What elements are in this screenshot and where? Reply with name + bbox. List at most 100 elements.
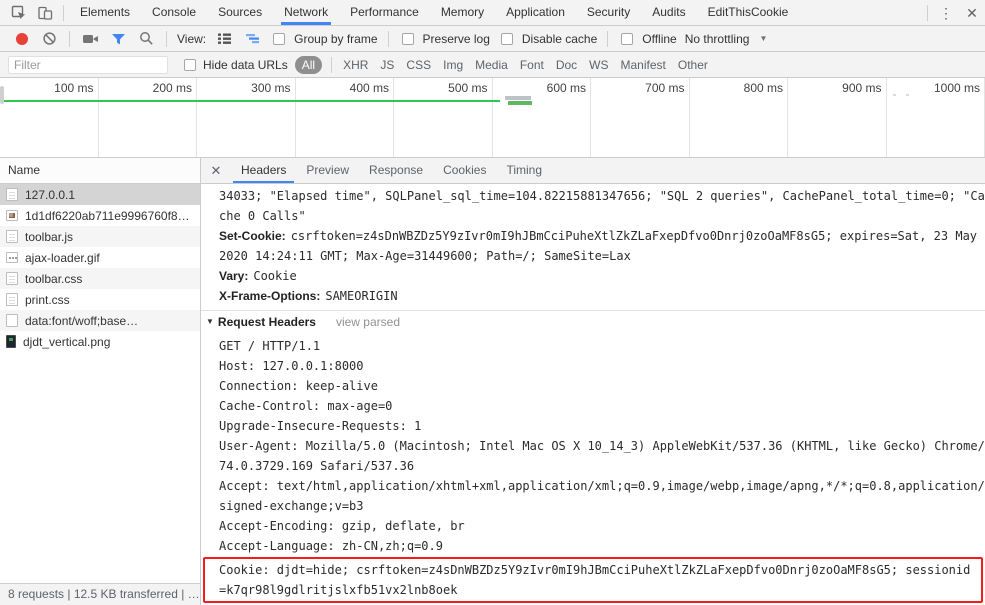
request-name: ajax-loader.gif	[25, 250, 100, 265]
filter-input[interactable]	[8, 55, 168, 74]
divider	[166, 30, 167, 47]
filter-icon[interactable]	[105, 27, 131, 51]
tab-audits[interactable]: Audits	[644, 0, 693, 25]
tab-sources[interactable]: Sources	[210, 0, 270, 25]
more-options-icon[interactable]: ⋮	[933, 1, 959, 25]
hide-data-urls-label[interactable]: Hide data URLs	[200, 58, 291, 72]
disable-cache-checkbox[interactable]	[500, 32, 513, 45]
timeline-tick: 200 ms	[99, 78, 197, 157]
network-toolbar: View: Group by frame Preserve log Disabl…	[0, 26, 985, 52]
tab-timing[interactable]: Timing	[496, 158, 552, 183]
image-icon	[6, 335, 16, 348]
throttling-dropdown[interactable]: No throttling ▼	[682, 32, 768, 46]
group-by-frame-label[interactable]: Group by frame	[291, 32, 380, 46]
filter-type-doc[interactable]: Doc	[550, 58, 583, 72]
waterfall-view-icon[interactable]	[239, 27, 265, 51]
document-icon	[6, 293, 18, 306]
view-label: View:	[177, 31, 207, 46]
request-name: djdt_vertical.png	[23, 334, 111, 349]
preserve-log-label[interactable]: Preserve log	[420, 32, 493, 46]
filter-type-xhr[interactable]: XHR	[337, 58, 374, 72]
filter-type-img[interactable]: Img	[437, 58, 469, 72]
tab-preview[interactable]: Preview	[296, 158, 359, 183]
offline-checkbox[interactable]	[621, 32, 634, 45]
request-header-line: Connection: keep-alive	[219, 379, 378, 393]
headers-panel[interactable]: 34033; "Elapsed time", SQLPanel_sql_time…	[201, 184, 985, 605]
list-view-icon[interactable]	[211, 27, 237, 51]
request-header-line: Accept-Encoding: gzip, deflate, br	[219, 519, 465, 533]
image-icon	[6, 210, 18, 221]
request-header-line: GET / HTTP/1.1	[219, 339, 321, 353]
throttling-value: No throttling	[684, 31, 750, 46]
divider	[69, 30, 70, 47]
chevron-down-icon: ▼	[759, 34, 768, 43]
request-name: 127.0.0.1	[25, 187, 76, 202]
divider	[607, 30, 609, 47]
table-row-127001[interactable]: 127.0.0.1	[0, 184, 200, 205]
tab-cookies[interactable]: Cookies	[433, 158, 496, 183]
request-name: toolbar.css	[25, 271, 83, 286]
tab-security[interactable]: Security	[579, 0, 638, 25]
name-column-header[interactable]: Name	[0, 158, 200, 184]
hide-data-urls-checkbox[interactable]	[184, 58, 196, 71]
close-devtools-icon[interactable]: ✕	[959, 1, 985, 25]
capture-screenshots-icon[interactable]	[77, 27, 103, 51]
device-toolbar-icon[interactable]	[32, 1, 58, 25]
inspect-element-icon[interactable]	[6, 1, 32, 25]
tab-memory[interactable]: Memory	[433, 0, 492, 25]
search-icon[interactable]	[133, 27, 159, 51]
request-header-line: Accept-Language: zh-CN,zh;q=0.9	[219, 539, 443, 553]
filter-type-ws[interactable]: WS	[583, 58, 614, 72]
filter-type-js[interactable]: JS	[374, 58, 400, 72]
disclosure-triangle-icon[interactable]: ▼	[206, 312, 214, 332]
group-by-frame-checkbox[interactable]	[273, 32, 286, 45]
filter-type-other[interactable]: Other	[672, 58, 714, 72]
devtools-tabbar: Elements Console Sources Network Perform…	[0, 0, 985, 26]
request-header-line: Host: 127.0.0.1:8000	[219, 359, 364, 373]
document-icon	[6, 188, 18, 201]
record-button[interactable]	[16, 32, 28, 45]
cookie-header-line: Cookie: djdt=hide; csrftoken=z4sDnWBZDz5…	[219, 563, 971, 597]
disable-cache-label[interactable]: Disable cache	[519, 32, 600, 46]
tab-application[interactable]: Application	[498, 0, 573, 25]
filter-type-media[interactable]: Media	[469, 58, 514, 72]
timeline-overview[interactable]: 100 ms 200 ms 300 ms 400 ms 500 ms 600 m…	[0, 78, 985, 158]
request-headers-title: Request Headers	[217, 314, 316, 329]
table-row-ajaxloader[interactable]: ajax-loader.gif	[0, 247, 200, 268]
table-row-toolbarjs[interactable]: toolbar.js	[0, 226, 200, 247]
document-icon	[6, 272, 18, 285]
preserve-log-checkbox[interactable]	[401, 32, 414, 45]
tab-editthiscookie[interactable]: EditThisCookie	[700, 0, 797, 25]
table-row-datafont[interactable]: data:font/woff;base…	[0, 310, 200, 331]
waterfall-bar-download	[508, 101, 532, 105]
clear-icon[interactable]	[36, 27, 62, 51]
table-row-toolbarcss[interactable]: toolbar.css	[0, 268, 200, 289]
timeline-tick: 500 ms	[394, 78, 493, 157]
divider	[927, 4, 928, 21]
tab-network[interactable]: Network	[276, 0, 336, 25]
view-parsed-link[interactable]: view parsed	[336, 312, 400, 332]
overview-handle[interactable]	[0, 86, 4, 104]
request-header-line: User-Agent: Mozilla/5.0 (Macintosh; Inte…	[219, 439, 985, 473]
tab-headers[interactable]: Headers	[231, 158, 296, 183]
tab-console[interactable]: Console	[144, 0, 204, 25]
tab-response[interactable]: Response	[359, 158, 433, 183]
request-header-line: Accept: text/html,application/xhtml+xml,…	[219, 479, 985, 513]
request-headers-section[interactable]: ▼ Request Headers view parsed	[201, 311, 985, 332]
filter-type-font[interactable]: Font	[514, 58, 550, 72]
filter-type-manifest[interactable]: Manifest	[615, 58, 672, 72]
offline-label[interactable]: Offline	[639, 32, 679, 46]
request-name: print.css	[25, 292, 70, 307]
waterfall-dot	[893, 94, 896, 96]
filter-type-all[interactable]: All	[294, 55, 323, 74]
request-name: 1d1df6220ab711e9996760f8…	[25, 208, 190, 223]
tab-performance[interactable]: Performance	[342, 0, 427, 25]
table-row-printcss[interactable]: print.css	[0, 289, 200, 310]
table-row-1d1df[interactable]: 1d1df6220ab711e9996760f8…	[0, 205, 200, 226]
filter-type-css[interactable]: CSS	[400, 58, 437, 72]
table-row-djdtvertical[interactable]: djdt_vertical.png	[0, 331, 200, 352]
request-name: toolbar.js	[25, 229, 74, 244]
close-detail-icon[interactable]: ✕	[201, 163, 231, 179]
tab-elements[interactable]: Elements	[72, 0, 138, 25]
timeline-tick: 800 ms	[690, 78, 788, 157]
